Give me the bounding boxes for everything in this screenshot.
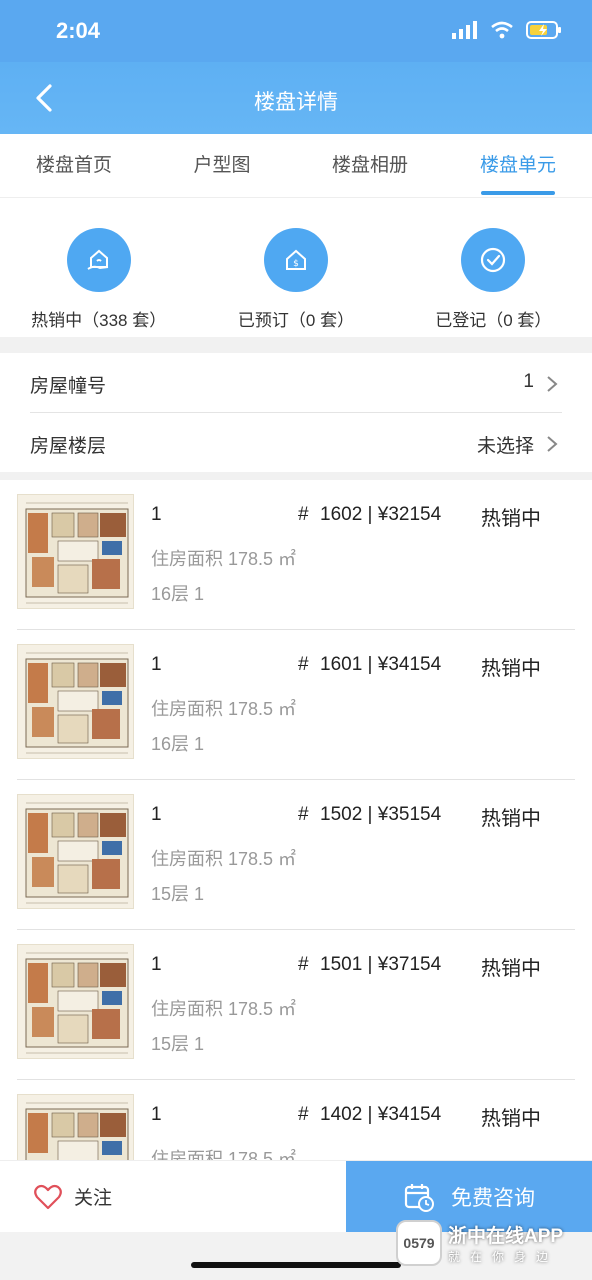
unit-floor: 15层 1 bbox=[151, 884, 205, 904]
nav-bar: 楼盘详情 bbox=[0, 62, 592, 134]
status-icons bbox=[452, 20, 562, 40]
unit-room-price: 1402 | ¥34154 bbox=[320, 1104, 442, 1125]
unit-area: 住房面积 178.5 ㎡ bbox=[151, 849, 297, 869]
list-item[interactable]: 1 # 1602 | ¥32154 热销中 住房面积 178.5 ㎡ 16层 1 bbox=[0, 480, 592, 630]
unit-area: 住房面积 178.5 ㎡ bbox=[151, 699, 297, 719]
unit-building: 1 bbox=[151, 654, 162, 675]
unit-hash: # bbox=[298, 954, 309, 975]
section-gap bbox=[0, 337, 592, 353]
unit-building: 1 bbox=[151, 1104, 162, 1125]
floorplan-thumbnail bbox=[17, 944, 134, 1059]
unit-floor: 16层 1 bbox=[151, 584, 205, 604]
unit-status: 热销中 bbox=[481, 958, 541, 980]
floorplan-thumbnail bbox=[17, 644, 134, 759]
list-item[interactable]: 1 # 1502 | ¥35154 热销中 住房面积 178.5 ㎡ 15层 1 bbox=[0, 780, 592, 930]
unit-status: 热销中 bbox=[481, 658, 541, 680]
tab-floorplan[interactable]: 户型图 bbox=[148, 134, 296, 197]
unit-room-price: 1502 | ¥35154 bbox=[320, 804, 442, 825]
calendar-clock-icon bbox=[404, 1184, 434, 1212]
stat-on-sale[interactable]: 热销中（338 套） bbox=[0, 199, 197, 337]
unit-building: 1 bbox=[151, 804, 162, 825]
tab-album[interactable]: 楼盘相册 bbox=[296, 134, 444, 197]
unit-room-price: 1602 | ¥32154 bbox=[320, 504, 442, 525]
filter-floor-value: 未选择 bbox=[476, 436, 534, 457]
unit-room-price: 1601 | ¥34154 bbox=[320, 654, 442, 675]
sales-status-row: 热销中（338 套） $ 已预订（0 套） 已登记（0 套） bbox=[0, 199, 592, 337]
watermark-text: 浙中在线APP 就在你身边 bbox=[448, 1221, 563, 1265]
tab-label: 楼盘首页 bbox=[35, 155, 112, 176]
stat-reserved-label: 已预订（0 套） bbox=[237, 311, 355, 330]
active-tab-indicator bbox=[481, 191, 555, 195]
wifi-icon bbox=[491, 21, 513, 39]
watermark-title: 浙中在线APP bbox=[448, 1226, 564, 1247]
unit-room-price: 1501 | ¥37154 bbox=[320, 954, 442, 975]
filter-floor[interactable]: 房屋楼层 未选择 bbox=[0, 413, 592, 473]
unit-floor: 16层 1 bbox=[151, 734, 205, 754]
unit-area: 住房面积 178.5 ㎡ bbox=[151, 1149, 297, 1160]
section-gap bbox=[0, 472, 592, 480]
unit-hash: # bbox=[298, 654, 309, 675]
chevron-right-icon bbox=[547, 376, 558, 392]
watermark-logo: 0579 bbox=[396, 1220, 442, 1266]
filter-building[interactable]: 房屋幢号 1 bbox=[0, 353, 592, 413]
unit-building: 1 bbox=[151, 954, 162, 975]
heart-icon bbox=[34, 1184, 62, 1209]
chevron-right-icon bbox=[547, 436, 558, 452]
unit-building: 1 bbox=[151, 504, 162, 525]
stat-on-sale-label: 热销中（338 套） bbox=[31, 311, 167, 330]
floorplan-thumbnail bbox=[17, 1094, 134, 1160]
page-title: 楼盘详情 bbox=[254, 91, 338, 114]
unit-floor: 15层 1 bbox=[151, 1034, 205, 1054]
tab-units[interactable]: 楼盘单元 bbox=[444, 134, 592, 197]
status-bar: 2:04 bbox=[0, 0, 592, 62]
filter-building-value: 1 bbox=[523, 371, 534, 392]
floorplan-thumbnail bbox=[17, 794, 134, 909]
unit-hash: # bbox=[298, 804, 309, 825]
list-item[interactable]: 1 # 1501 | ¥37154 热销中 住房面积 178.5 ㎡ 15层 1 bbox=[0, 930, 592, 1080]
follow-button[interactable]: 关注 bbox=[34, 1183, 112, 1210]
tab-label: 户型图 bbox=[193, 155, 251, 176]
stat-registered-label: 已登记（0 套） bbox=[435, 311, 552, 330]
list-item[interactable]: 1 # 1601 | ¥34154 热销中 住房面积 178.5 ㎡ 16层 1 bbox=[0, 630, 592, 780]
battery-icon bbox=[526, 21, 561, 39]
free-consult-label: 免费咨询 bbox=[451, 1187, 535, 1210]
status-time: 2:04 bbox=[56, 18, 101, 43]
watermark-subtitle: 就在你身边 bbox=[448, 1250, 559, 1264]
unit-status: 热销中 bbox=[481, 508, 541, 530]
app-watermark: 0579 浙中在线APP 就在你身边 bbox=[396, 1213, 592, 1273]
floorplan-thumbnail bbox=[17, 494, 134, 609]
unit-status: 热销中 bbox=[481, 808, 541, 830]
filter-floor-label: 房屋楼层 bbox=[30, 436, 107, 457]
stat-reserved[interactable]: $ 已预订（0 套） bbox=[197, 199, 394, 337]
follow-label: 关注 bbox=[74, 1188, 113, 1209]
list-item[interactable]: 1 # 1402 | ¥34154 热销中 住房面积 178.5 ㎡ bbox=[0, 1080, 592, 1160]
unit-status: 热销中 bbox=[481, 1108, 541, 1130]
unit-area: 住房面积 178.5 ㎡ bbox=[151, 549, 297, 569]
svg-text:$: $ bbox=[293, 259, 299, 269]
home-indicator[interactable] bbox=[191, 1262, 401, 1268]
unit-list: 1 # 1602 | ¥32154 热销中 住房面积 178.5 ㎡ 16层 1 bbox=[0, 480, 592, 1160]
signal-icon bbox=[452, 21, 477, 39]
unit-hash: # bbox=[298, 1104, 309, 1125]
house-dollar-icon: $ bbox=[263, 228, 328, 292]
tab-home[interactable]: 楼盘首页 bbox=[0, 134, 148, 197]
tab-label: 楼盘单元 bbox=[479, 155, 556, 176]
tab-bar: 楼盘首页 户型图 楼盘相册 楼盘单元 bbox=[0, 134, 592, 198]
unit-hash: # bbox=[298, 504, 309, 525]
tab-label: 楼盘相册 bbox=[331, 155, 408, 176]
filter-building-label: 房屋幢号 bbox=[30, 376, 107, 397]
stat-registered[interactable]: 已登记（0 套） bbox=[395, 199, 592, 337]
unit-area: 住房面积 178.5 ㎡ bbox=[151, 999, 297, 1019]
check-circle-icon bbox=[461, 228, 526, 292]
house-hand-icon bbox=[66, 228, 131, 292]
